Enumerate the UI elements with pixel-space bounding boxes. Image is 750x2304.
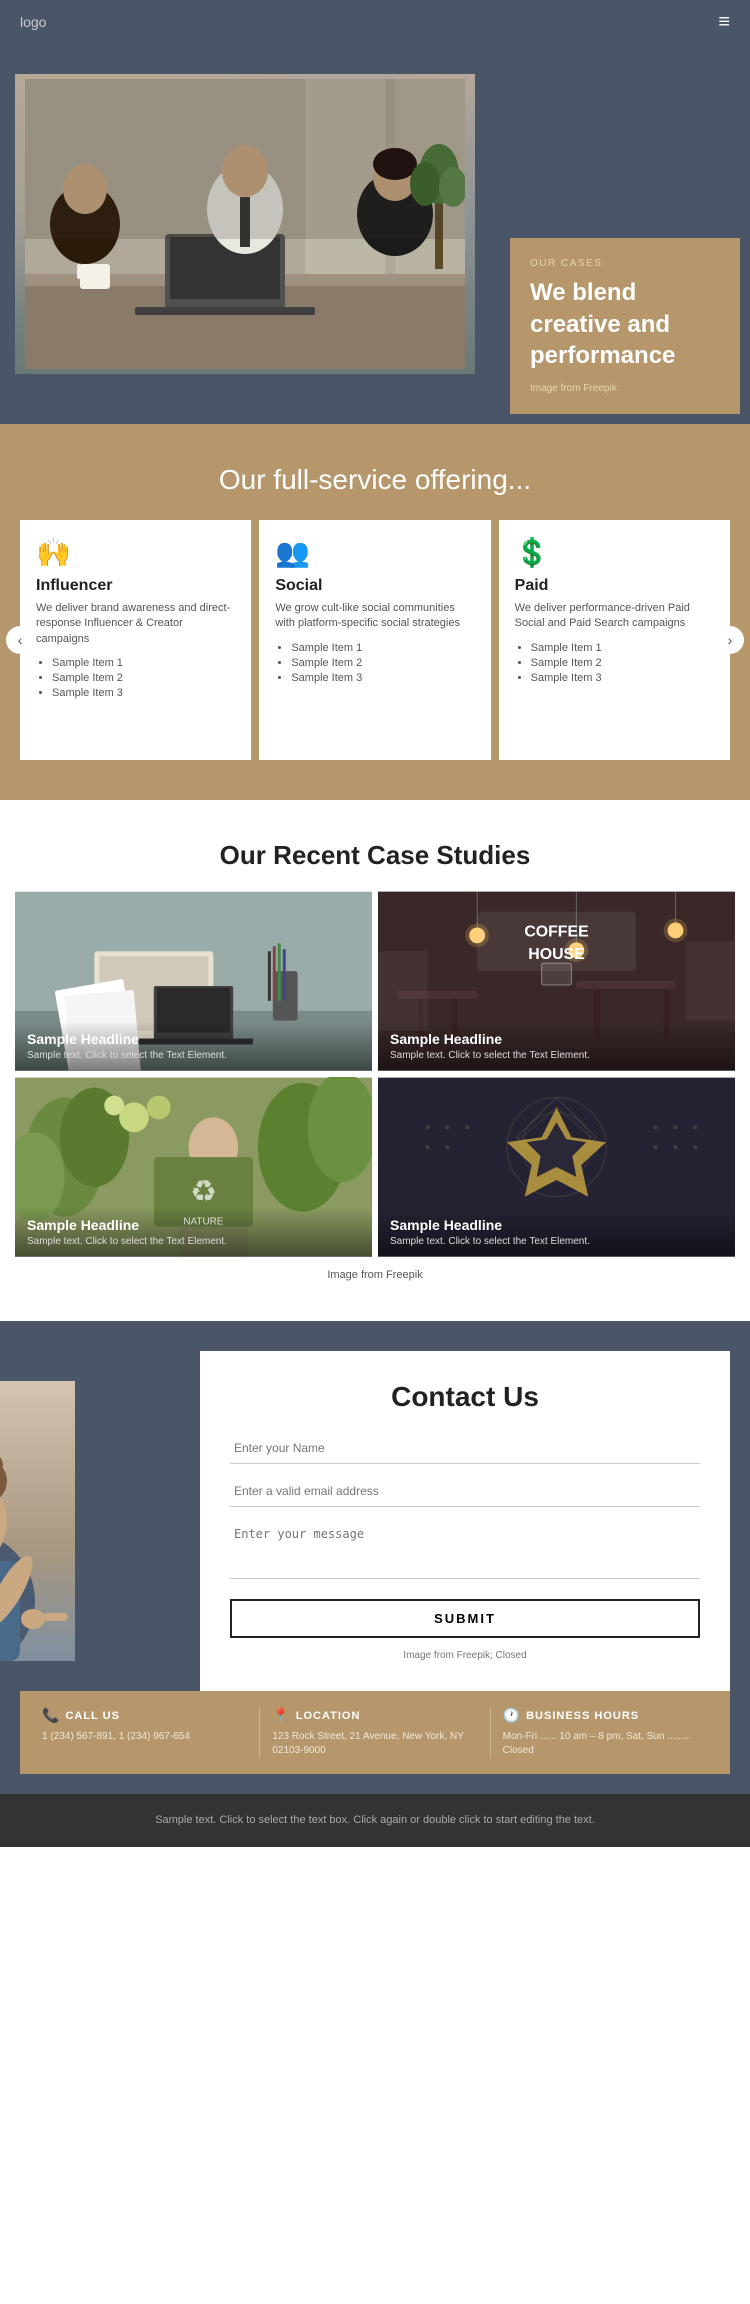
logo: logo <box>20 14 46 30</box>
case-studies-title: Our Recent Case Studies <box>15 840 735 871</box>
case-grid: Sample Headline Sample text. Click to se… <box>15 891 735 1257</box>
clock-icon: 🕐 <box>503 1707 520 1724</box>
info-location: 📍 LOCATION 123 Rock Street, 21 Avenue, N… <box>260 1707 490 1758</box>
info-hours-header: 🕐 BUSINESS HOURS <box>503 1707 708 1724</box>
offerings-title: Our full-service offering... <box>20 464 730 496</box>
location-icon: 📍 <box>272 1707 289 1724</box>
hero-image-inner <box>15 74 475 374</box>
offerings-cards: ‹ 🙌 Influencer We deliver brand awarenes… <box>20 520 730 760</box>
list-item: Sample Item 3 <box>52 687 235 699</box>
list-item: Sample Item 1 <box>531 642 714 654</box>
info-call-header: 📞 CALL US <box>42 1707 247 1724</box>
hero-title: We blend creative and performance <box>530 277 720 371</box>
list-item: Sample Item 3 <box>291 672 474 684</box>
offering-list-influencer: Sample Item 1 Sample Item 2 Sample Item … <box>36 657 235 699</box>
offering-desc-social: We grow cult-like social communities wit… <box>275 601 474 632</box>
info-call: 📞 CALL US 1 (234) 567-891, 1 (234) 967-6… <box>30 1707 260 1758</box>
location-text: 123 Rock Street, 21 Avenue, New York, NY… <box>272 1730 477 1758</box>
info-location-header: 📍 LOCATION <box>272 1707 477 1724</box>
list-item: Sample Item 3 <box>531 672 714 684</box>
offering-card-influencer: 🙌 Influencer We deliver brand awareness … <box>20 520 251 760</box>
hero-image-credit: Image from Freepik <box>530 383 720 394</box>
menu-icon[interactable]: ≡ <box>718 11 730 34</box>
hero-text-box: OUR CASES We blend creative and performa… <box>510 238 740 414</box>
info-bar: 📞 CALL US 1 (234) 567-891, 1 (234) 967-6… <box>20 1691 730 1774</box>
list-item: Sample Item 2 <box>531 657 714 669</box>
hours-label: BUSINESS HOURS <box>526 1710 639 1722</box>
case-headline-3: Sample Headline <box>27 1217 360 1233</box>
svg-text:♻: ♻ <box>190 1176 217 1209</box>
contact-image-credit: Image from Freepik; Closed <box>230 1650 700 1661</box>
list-item: Sample Item 2 <box>291 657 474 669</box>
contact-person-inner <box>0 1381 75 1661</box>
offering-list-paid: Sample Item 1 Sample Item 2 Sample Item … <box>515 642 714 684</box>
offering-name-paid: Paid <box>515 577 714 595</box>
case-headline-1: Sample Headline <box>27 1031 360 1047</box>
hero-label: OUR CASES <box>530 258 720 269</box>
contact-form: SUBMIT Image from Freepik; Closed <box>230 1433 700 1661</box>
influencer-icon: 🙌 <box>36 536 235 569</box>
hero-illustration <box>25 79 465 369</box>
contact-form-box: Contact Us SUBMIT Image from Freepik; Cl… <box>200 1351 730 1691</box>
carousel-prev-button[interactable]: ‹ <box>6 626 34 654</box>
contact-name-input[interactable] <box>230 1433 700 1464</box>
info-hours: 🕐 BUSINESS HOURS Mon-Fri ...... 10 am – … <box>491 1707 720 1758</box>
case-image-credit: Image from Freepik <box>15 1269 735 1281</box>
case-item-1[interactable]: Sample Headline Sample text. Click to se… <box>15 891 372 1071</box>
offering-card-paid: 💲 Paid We deliver performance-driven Pai… <box>499 520 730 760</box>
contact-message-input[interactable] <box>230 1519 700 1579</box>
case-headline-2: Sample Headline <box>390 1031 723 1047</box>
case-studies-section: Our Recent Case Studies <box>0 800 750 1321</box>
offering-list-social: Sample Item 1 Sample Item 2 Sample Item … <box>275 642 474 684</box>
footer-text: Sample text. Click to select the text bo… <box>20 1812 730 1829</box>
contact-title: Contact Us <box>230 1381 700 1413</box>
location-label: LOCATION <box>296 1710 361 1722</box>
case-overlay-4: Sample Headline Sample text. Click to se… <box>378 1207 735 1257</box>
svg-text:COFFEE: COFFEE <box>524 923 588 940</box>
svg-text:HOUSE: HOUSE <box>528 946 584 963</box>
hours-text: Mon-Fri ...... 10 am – 8 pm, Sat, Sun ..… <box>503 1730 708 1758</box>
offerings-section: Our full-service offering... ‹ 🙌 Influen… <box>0 424 750 800</box>
contact-submit-button[interactable]: SUBMIT <box>230 1599 700 1638</box>
contact-person-svg <box>0 1381 75 1661</box>
case-text-3: Sample text. Click to select the Text El… <box>27 1236 360 1247</box>
call-label: CALL US <box>65 1710 119 1722</box>
offering-name-influencer: Influencer <box>36 577 235 595</box>
offering-name-social: Social <box>275 577 474 595</box>
list-item: Sample Item 1 <box>52 657 235 669</box>
hero-section: OUR CASES We blend creative and performa… <box>0 44 750 424</box>
contact-email-input[interactable] <box>230 1476 700 1507</box>
case-item-2[interactable]: COFFEE HOUSE Sample Headline Sample text… <box>378 891 735 1071</box>
call-text: 1 (234) 567-891, 1 (234) 967-654 <box>42 1730 247 1744</box>
social-icon: 👥 <box>275 536 474 569</box>
case-overlay-2: Sample Headline Sample text. Click to se… <box>378 1021 735 1071</box>
offering-desc-paid: We deliver performance-driven Paid Socia… <box>515 601 714 632</box>
case-text-1: Sample text. Click to select the Text El… <box>27 1050 360 1061</box>
case-overlay-3: Sample Headline Sample text. Click to se… <box>15 1207 372 1257</box>
phone-icon: 📞 <box>42 1707 59 1724</box>
case-overlay-1: Sample Headline Sample text. Click to se… <box>15 1021 372 1071</box>
list-item: Sample Item 1 <box>291 642 474 654</box>
contact-section: Contact Us SUBMIT Image from Freepik; Cl… <box>0 1321 750 1794</box>
offering-desc-influencer: We deliver brand awareness and direct-re… <box>36 601 235 647</box>
case-text-4: Sample text. Click to select the Text El… <box>390 1236 723 1247</box>
offering-card-social: 👥 Social We grow cult-like social commun… <box>259 520 490 760</box>
paid-icon: 💲 <box>515 536 714 569</box>
case-headline-4: Sample Headline <box>390 1217 723 1233</box>
contact-person-image <box>0 1381 75 1661</box>
footer: Sample text. Click to select the text bo… <box>0 1794 750 1847</box>
case-item-4[interactable]: Sample Headline Sample text. Click to se… <box>378 1077 735 1257</box>
case-text-2: Sample text. Click to select the Text El… <box>390 1050 723 1061</box>
case-item-3[interactable]: ♻ NATURE Sample Headline Sample text. Cl… <box>15 1077 372 1257</box>
list-item: Sample Item 2 <box>52 672 235 684</box>
hero-image <box>15 74 475 374</box>
navbar: logo ≡ <box>0 0 750 44</box>
carousel-next-button[interactable]: › <box>716 626 744 654</box>
